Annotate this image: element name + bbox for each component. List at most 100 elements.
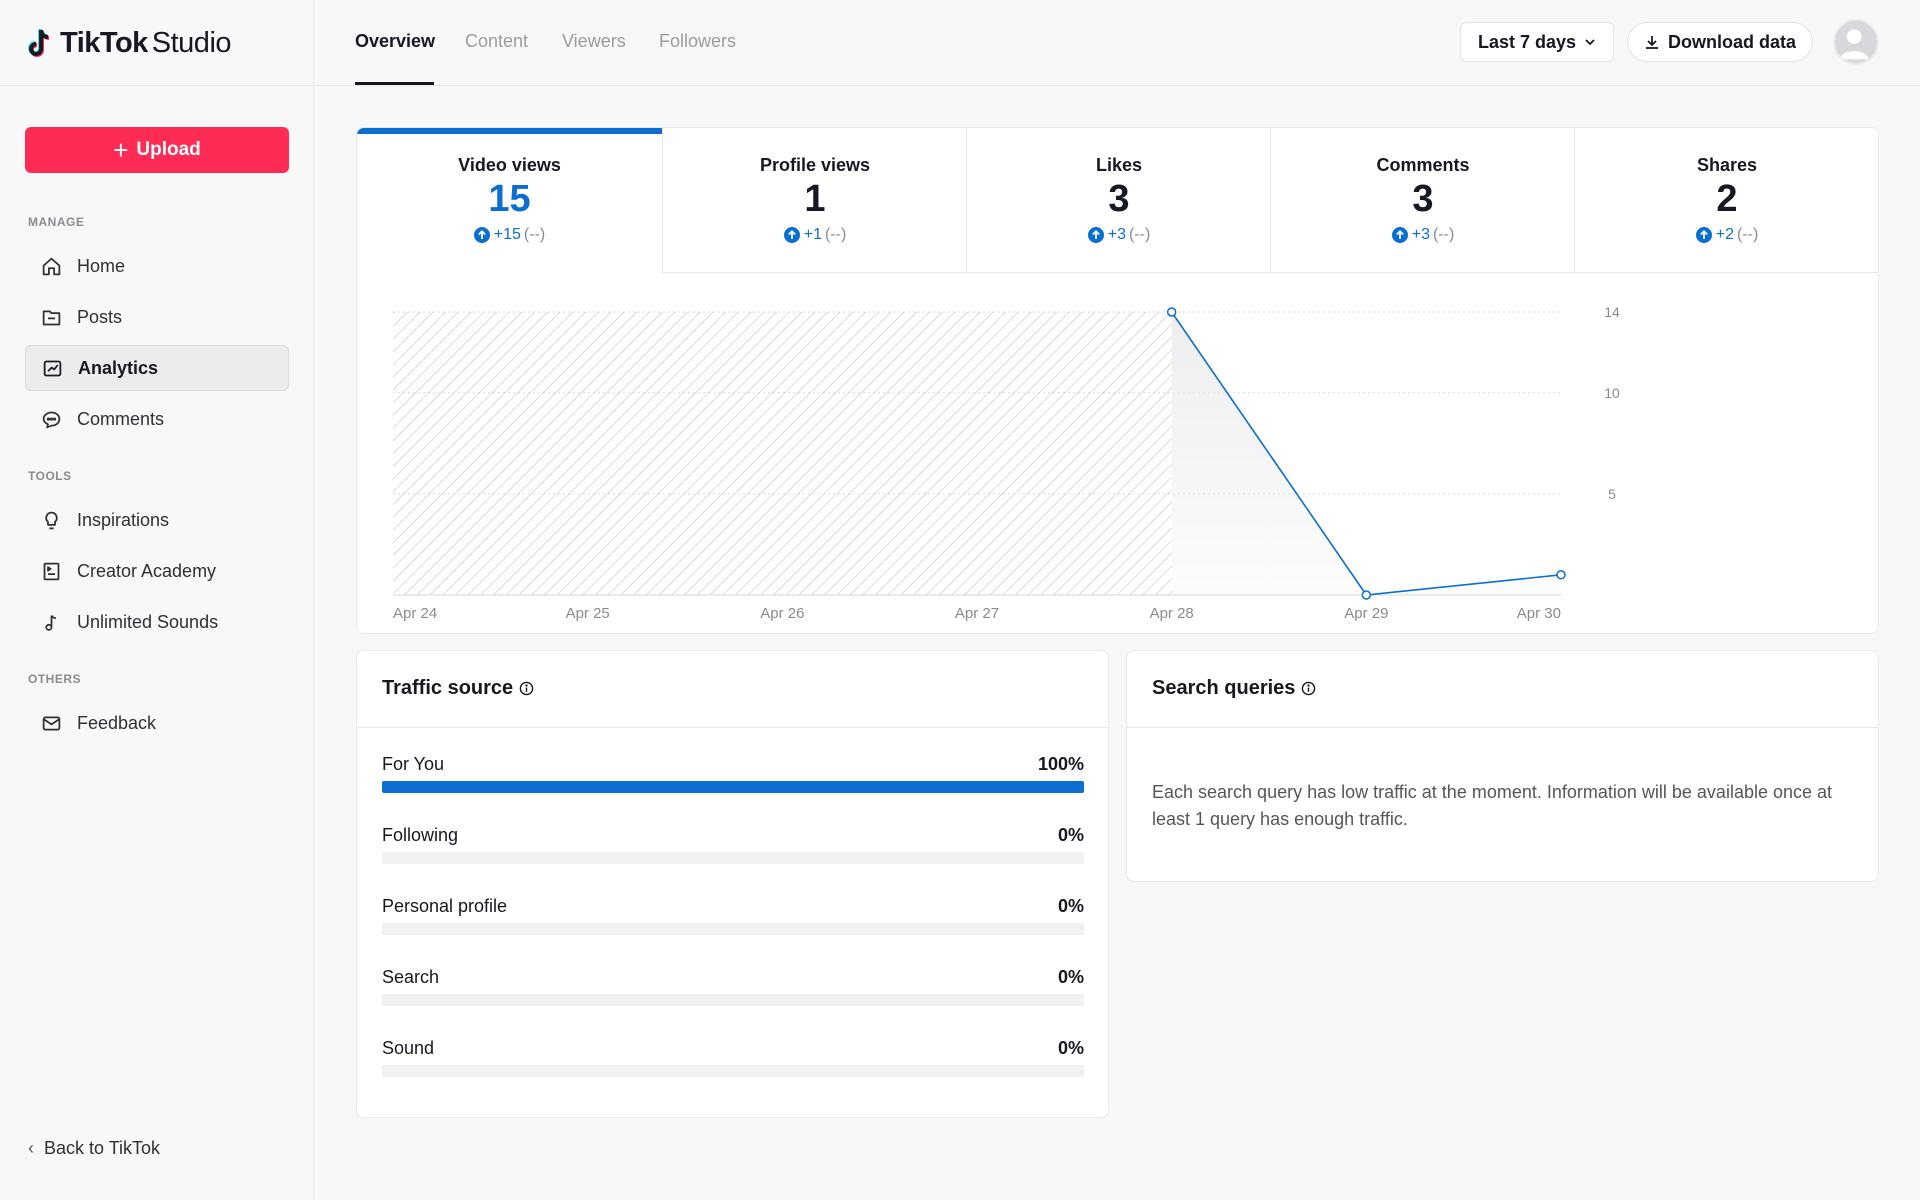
metric-value: 15 — [488, 178, 531, 220]
metric-delta: +3 — [1107, 226, 1126, 243]
sidebar-item-home[interactable]: Home — [25, 243, 289, 289]
metric-previous: (--) — [824, 226, 847, 243]
arrow-up-circle-icon — [1695, 227, 1712, 243]
chevron-left-icon: ‹ — [28, 1138, 34, 1158]
header: Overview Content Viewers Followers Last … — [315, 0, 1920, 86]
metric-label: Comments — [1376, 155, 1470, 175]
traffic-row-sound: Sound 0% — [382, 1038, 1084, 1077]
traffic-source-bar — [382, 1065, 1084, 1077]
back-to-tiktok-link[interactable]: ‹ Back to TikTok — [28, 1138, 160, 1159]
traffic-source-percent: 100% — [1037, 754, 1084, 774]
sidebar-item-feedback[interactable]: Feedback — [25, 700, 289, 746]
date-range-dropdown[interactable]: Last 7 days — [1460, 22, 1614, 62]
metric-change: +3 (--) — [1271, 226, 1575, 244]
traffic-source-name: Search — [382, 967, 440, 987]
traffic-source-name: Personal profile — [382, 896, 508, 916]
y-tick-label: 5 — [1608, 486, 1616, 502]
upload-button[interactable]: + Upload — [25, 127, 289, 173]
x-tick-label: Apr 29 — [1344, 605, 1388, 622]
back-label: Back to TikTok — [44, 1138, 161, 1158]
traffic-row-following: Following 0% — [382, 825, 1084, 864]
sidebar: TikTok Studio + Upload MANAGE Home Posts … — [0, 0, 314, 1200]
data-point[interactable] — [1556, 570, 1566, 580]
x-tick-label: Apr 27 — [955, 605, 999, 622]
metric-value: 3 — [1412, 178, 1434, 220]
metric-previous: (--) — [1128, 226, 1151, 243]
metric-value: 3 — [1108, 178, 1130, 220]
search-queries-title: Search queries — [1152, 677, 1316, 700]
metrics-card: Video views 15 +15 (--) Profile views 1 … — [356, 127, 1879, 634]
y-tick-label: 14 — [1604, 304, 1620, 320]
tiktok-note-icon — [28, 28, 50, 57]
sidebar-item-analytics[interactable]: Analytics — [25, 345, 289, 391]
metric-change: +1 (--) — [663, 226, 967, 244]
mail-icon — [42, 716, 61, 730]
sidebar-item-unlimited-sounds[interactable]: Unlimited Sounds — [25, 599, 289, 645]
upload-label: Upload — [136, 139, 201, 160]
sidebar-item-label: Posts — [77, 306, 123, 327]
metric-previous: (--) — [1432, 226, 1455, 243]
traffic-source-percent: 0% — [1057, 825, 1084, 845]
no-data-hatch — [393, 312, 1172, 595]
comment-icon — [42, 411, 61, 428]
metric-tab-comments[interactable]: Comments 3 +3 (--) — [1270, 128, 1575, 273]
info-icon[interactable] — [1301, 681, 1316, 696]
music-note-icon — [45, 614, 56, 631]
chart-series — [1166, 307, 1566, 600]
section-label-manage: MANAGE — [28, 215, 85, 229]
metric-change: +15 (--) — [357, 226, 662, 244]
sidebar-item-comments[interactable]: Comments — [25, 396, 289, 442]
search-queries-empty-message: Each search query has low traffic at the… — [1152, 782, 1833, 829]
data-point[interactable] — [1166, 307, 1177, 317]
sidebar-item-inspirations[interactable]: Inspirations — [25, 497, 289, 543]
analytics-icon — [43, 360, 62, 376]
metric-tab-likes[interactable]: Likes 3 +3 (--) — [966, 128, 1271, 273]
sidebar-item-label: Creator Academy — [77, 560, 217, 581]
traffic-source-title-text: Traffic source — [382, 677, 514, 699]
lightbulb-icon — [45, 511, 58, 529]
traffic-source-bar — [382, 781, 1084, 793]
x-tick-label: Apr 24 — [393, 605, 437, 622]
metric-label: Profile views — [759, 155, 871, 175]
section-label-others: OTHERS — [28, 672, 82, 686]
metric-delta: +15 — [493, 226, 521, 243]
info-icon[interactable] — [519, 681, 534, 696]
metric-previous: (--) — [523, 226, 546, 243]
metric-delta: +2 — [1715, 226, 1734, 243]
traffic-source-name: For You — [382, 754, 445, 774]
download-data-button[interactable]: Download data — [1627, 22, 1813, 62]
metric-delta: +3 — [1411, 226, 1430, 243]
traffic-source-name: Following — [382, 825, 459, 845]
sidebar-item-label: Feedback — [77, 712, 157, 733]
sidebar-item-label: Home — [77, 255, 126, 276]
traffic-source-bar-fill — [382, 781, 1084, 793]
tab-overview[interactable]: Overview — [355, 31, 435, 52]
search-queries-card: Search queries Each search query has low… — [1126, 650, 1879, 882]
tab-content[interactable]: Content — [465, 31, 528, 52]
sidebar-item-posts[interactable]: Posts — [25, 294, 289, 340]
metric-tab-profile-views[interactable]: Profile views 1 +1 (--) — [662, 128, 967, 273]
date-range-label: Last 7 days — [1477, 31, 1577, 52]
metric-tab-shares[interactable]: Shares 2 +2 (--) — [1574, 128, 1878, 273]
y-tick-label: 10 — [1604, 385, 1620, 401]
metric-tab-video-views[interactable]: Video views 15 +15 (--) — [357, 128, 662, 273]
tiktok-studio-logo[interactable]: TikTok Studio — [26, 24, 232, 62]
arrow-up-circle-icon — [1087, 227, 1104, 243]
user-avatar-icon — [1839, 29, 1869, 60]
chart-y-tick-labels: 14 10 5 — [1604, 304, 1620, 502]
academy-icon — [43, 562, 60, 580]
x-tick-label: Apr 30 — [1517, 605, 1561, 622]
sidebar-item-label: Analytics — [78, 357, 159, 378]
traffic-source-title: Traffic source — [382, 677, 534, 700]
metric-delta: +1 — [803, 226, 822, 243]
data-point[interactable] — [1361, 590, 1372, 600]
tab-followers[interactable]: Followers — [659, 31, 736, 52]
sidebar-item-creator-academy[interactable]: Creator Academy — [25, 548, 289, 594]
tab-viewers[interactable]: Viewers — [562, 31, 626, 52]
avatar[interactable] — [1833, 19, 1879, 65]
metric-label: Video views — [458, 155, 561, 175]
arrow-up-circle-icon — [783, 227, 800, 243]
metric-change: +3 (--) — [967, 226, 1271, 244]
search-queries-title-text: Search queries — [1152, 677, 1296, 699]
chart-x-tick-labels: Apr 24 Apr 25 Apr 26 Apr 27 Apr 28 Apr 29 Apr … — [393, 605, 1561, 622]
